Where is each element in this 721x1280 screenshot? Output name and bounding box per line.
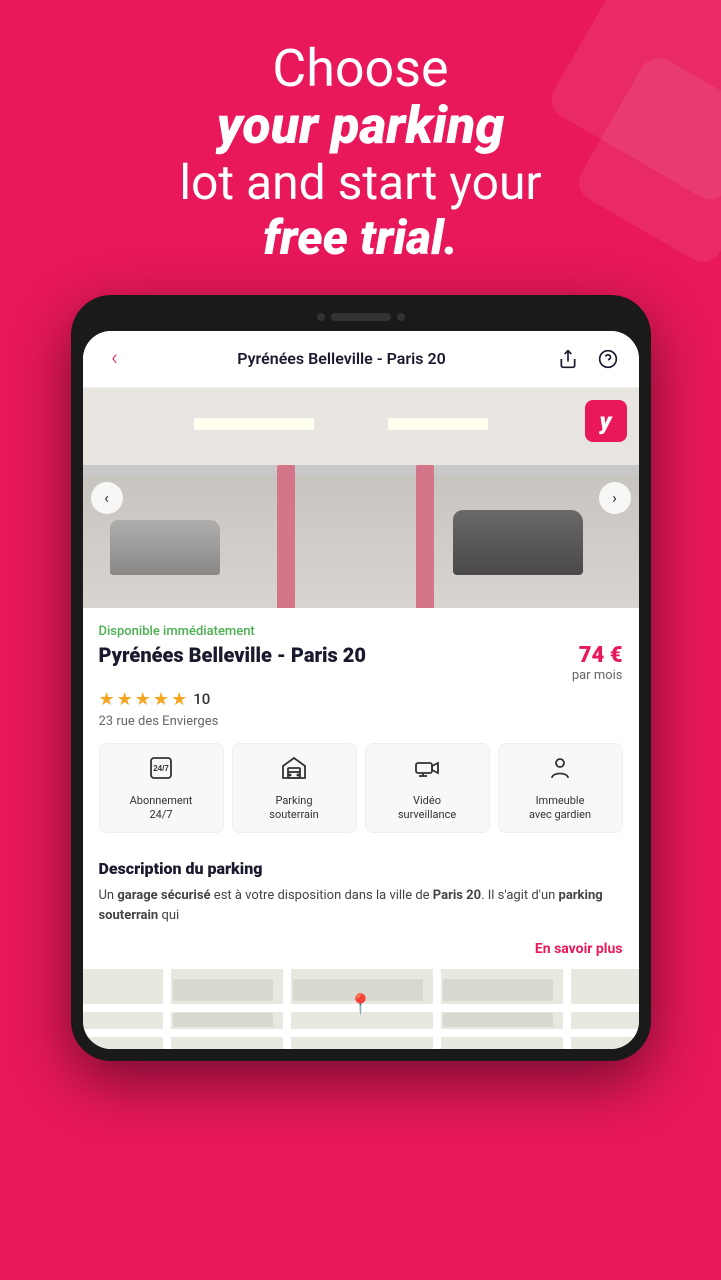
parked-car-2 — [453, 510, 583, 575]
phone-screen: ‹ Pyrénées Belleville - Paris 20 — [83, 331, 639, 1050]
camera-surveillance-icon — [413, 754, 441, 788]
features-row: 24/7 Abonnement24/7 — [99, 743, 623, 834]
parking-interior — [83, 388, 639, 608]
notch-camera — [317, 313, 325, 321]
price-unit: par mois — [572, 668, 623, 683]
price-block: 74 € par mois — [572, 643, 623, 683]
map-road-v4 — [563, 969, 571, 1049]
app-header: ‹ Pyrénées Belleville - Paris 20 — [83, 331, 639, 388]
read-more-row: En savoir plus — [83, 937, 639, 969]
ceiling — [83, 388, 639, 465]
pillar-1 — [277, 465, 295, 608]
read-more-button[interactable]: En savoir plus — [535, 941, 623, 957]
title-price-row: Pyrénées Belleville - Paris 20 74 € par … — [99, 643, 623, 683]
star-2: ★ — [117, 689, 133, 710]
map-preview[interactable]: 📍 — [83, 969, 639, 1049]
map-block-1 — [173, 979, 273, 1001]
parking-info-section: Disponible immédiatement Pyrénées Bellev… — [83, 608, 639, 860]
share-icon — [558, 349, 578, 369]
app-logo-badge: y — [585, 400, 627, 442]
rating-count: 10 — [193, 690, 210, 708]
description-section: Description du parking Un garage sécuris… — [83, 859, 639, 937]
feature-video: Vidéosurveillance — [365, 743, 490, 834]
light-2 — [388, 418, 488, 430]
header-icons-group — [553, 344, 623, 374]
phone-frame: ‹ Pyrénées Belleville - Paris 20 — [71, 295, 651, 1062]
star-5: ★ — [171, 689, 187, 710]
notch-speaker — [331, 313, 391, 321]
parking-name: Pyrénées Belleville - Paris 20 — [99, 643, 572, 667]
back-button[interactable]: ‹ — [99, 343, 131, 375]
pillar-2 — [416, 465, 434, 608]
description-text: Un garage sécurisé est à votre dispositi… — [99, 886, 623, 925]
map-location-pin: 📍 — [348, 993, 373, 1017]
feature-gardien: Immeubleavec gardien — [498, 743, 623, 834]
star-4: ★ — [153, 689, 169, 710]
image-prev-button[interactable]: ‹ — [91, 482, 123, 514]
map-road-v3 — [433, 969, 441, 1049]
feature-souterrain: Parkingsouterrain — [232, 743, 357, 834]
price-amount: 74 € — [579, 643, 623, 668]
feature-abonnement-label: Abonnement24/7 — [130, 794, 193, 823]
light-1 — [194, 418, 314, 430]
car-garage-icon — [280, 754, 308, 788]
star-3: ★ — [135, 689, 151, 710]
available-badge: Disponible immédiatement — [99, 624, 623, 639]
map-road-v2 — [283, 969, 291, 1049]
phone-mockup: ‹ Pyrénées Belleville - Paris 20 — [0, 295, 721, 1062]
feature-souterrain-label: Parkingsouterrain — [269, 794, 318, 823]
map-block-4 — [443, 979, 553, 1001]
star-1: ★ — [99, 689, 115, 710]
feature-gardien-label: Immeubleavec gardien — [529, 794, 591, 823]
parking-photo: y ‹ › — [83, 388, 639, 608]
map-block-5 — [443, 1013, 553, 1027]
rating-row: ★ ★ ★ ★ ★ 10 — [99, 689, 623, 710]
stars-display: ★ ★ ★ ★ ★ — [99, 689, 188, 710]
help-button[interactable] — [593, 344, 623, 374]
parked-car-1 — [110, 520, 220, 575]
feature-abonnement: 24/7 Abonnement24/7 — [99, 743, 224, 834]
clock-24-icon: 24/7 — [147, 754, 175, 788]
person-guardian-icon — [546, 754, 574, 788]
header-title: Pyrénées Belleville - Paris 20 — [131, 349, 553, 368]
svg-text:24/7: 24/7 — [153, 764, 169, 773]
map-grid: 📍 — [83, 969, 639, 1049]
notch-sensor — [397, 313, 405, 321]
phone-notch — [83, 307, 639, 331]
feature-video-label: Vidéosurveillance — [398, 794, 456, 823]
help-icon — [598, 349, 618, 369]
parking-address: 23 rue des Envierges — [99, 714, 623, 729]
share-button[interactable] — [553, 344, 583, 374]
image-next-button[interactable]: › — [599, 482, 631, 514]
description-title: Description du parking — [99, 859, 623, 878]
map-block-2 — [173, 1013, 273, 1027]
map-road-v1 — [163, 969, 171, 1049]
hero-line4: free trial. — [40, 212, 681, 265]
